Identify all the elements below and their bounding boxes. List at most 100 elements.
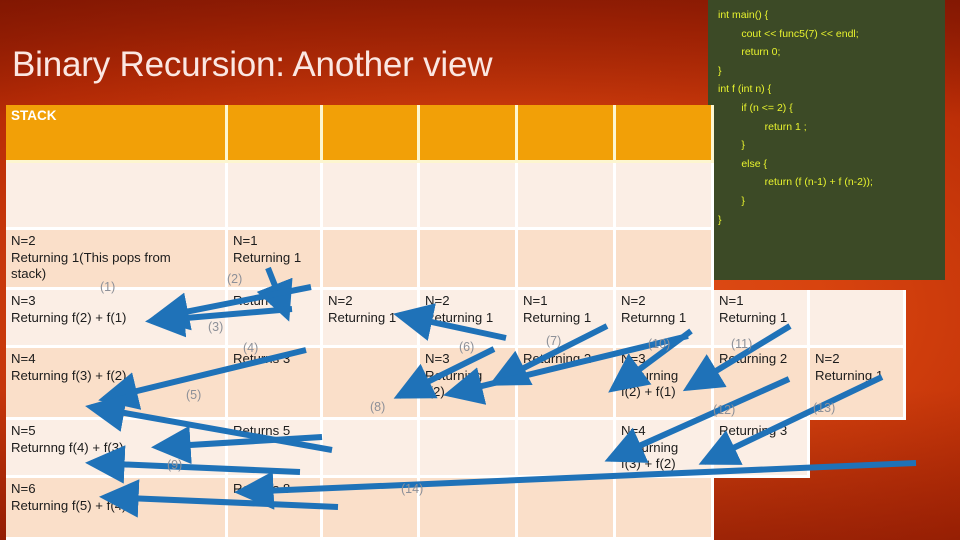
table-cell: Returning 3 [714, 420, 810, 478]
table-cell-line: N=2 [621, 293, 646, 308]
table-cell [518, 230, 616, 290]
table-body: STACK N=2 Returning 1(This pops from stack… [6, 105, 906, 540]
table-cell-line: N=1 [233, 233, 258, 248]
call-stack-table: STACK N=2 Returning 1(This pops from stack… [6, 105, 906, 540]
table-cell-line: Returning 1 [815, 367, 884, 383]
table-row: N=4 Returning f(3) + f(2) Returns 3 N=3 Retu… [6, 348, 906, 420]
table-cell [810, 230, 906, 290]
table-cell-line: N=3 [621, 351, 646, 366]
table-cell-line: f(3) + f(2) [621, 456, 676, 472]
table-cell: N=2 Returning 1 [323, 290, 420, 348]
table-cell [420, 420, 518, 478]
table-cell: Returns 3 [228, 348, 323, 420]
table-cell-line: N=1 [523, 293, 548, 308]
table-cell-line: Returning f(2) + f(1) [11, 309, 127, 325]
table-row: N=6 Returning f(5) + f(4) Returns 8 [6, 478, 906, 540]
code-line: int main() { [718, 9, 769, 21]
table-header-spacer-2 [810, 105, 906, 163]
table-cell [420, 230, 518, 290]
table-cell: N=2 Returning 1(This pops from stack) [6, 230, 228, 290]
table-header-stack: STACK [6, 105, 228, 163]
table-cell-line: N=5 [11, 423, 36, 438]
table-cell [810, 420, 906, 478]
arrow-label: (1) [100, 280, 116, 294]
table-cell: N=6 Returning f(5) + f(4) [6, 478, 228, 540]
table-cell [810, 478, 906, 540]
arrow-label: (6) [459, 340, 475, 354]
table-cell-line: Returning 1(This pops from [11, 249, 171, 265]
table-cell-line: N=2 [815, 351, 840, 366]
table-cell [323, 420, 420, 478]
arrow-label: (5) [186, 388, 202, 402]
table-cell-line: Returning f(3) + f(2) [11, 367, 127, 383]
table-header-row: STACK [6, 105, 906, 163]
table-cell: N=1 Returning 1 [714, 290, 810, 348]
table-cell [518, 420, 616, 478]
table-cell: N=3 Returning f(2) + f(1) [6, 290, 228, 348]
table-row-empty-top [6, 163, 906, 230]
table-cell: Returns 8 [228, 478, 323, 540]
arrow-label: (3) [208, 320, 224, 334]
table-cell: Returning 2 [518, 348, 616, 420]
code-line: } [718, 64, 722, 77]
table-cell: Returns 2 [228, 290, 323, 348]
table-cell [323, 230, 420, 290]
table-cell-line: Returning f(5) + f(4) [11, 497, 127, 513]
table-cell [616, 478, 714, 540]
table-cell [810, 290, 906, 348]
table-cell [616, 230, 714, 290]
table-cell [518, 478, 616, 540]
table-header-blank-2 [323, 105, 420, 163]
table-cell [714, 230, 810, 290]
table-cell: Returns 5 [228, 420, 323, 478]
table-header-blank-4 [518, 105, 616, 163]
arrow-label: (2) [227, 272, 243, 286]
arrow-label: (13) [813, 401, 836, 415]
table-cell-line: Returns 2 [233, 293, 291, 308]
table-cell [228, 163, 323, 230]
table-cell-line: Returning 1 [719, 309, 788, 325]
table-cell-line: N=4 [621, 423, 646, 438]
table-cell: N=5 Returnng f(4) + f(3) [6, 420, 228, 478]
table-cell: N=4 Returning f(3) + f(2) [6, 348, 228, 420]
table-cell [420, 163, 518, 230]
table-cell: N=3 Returning f(2) + f(1) [420, 348, 518, 420]
table-cell-line: N=2 [425, 293, 450, 308]
arrow-label: (8) [370, 400, 386, 414]
table-cell [714, 478, 810, 540]
table-cell: N=3 Returning f(2) + f(1) [616, 348, 714, 420]
table-cell-line: Returning 1 [233, 249, 302, 265]
table-cell-line: f(2) + f(1) [425, 384, 480, 400]
table-cell-line: Returning 1 [425, 309, 494, 325]
arrow-label: (4) [243, 341, 259, 355]
table-cell-line: Returning [425, 367, 483, 383]
table-cell-line: stack) [11, 266, 47, 282]
table-cell-line: N=6 [11, 481, 36, 496]
table-row: N=3 Returning f(2) + f(1) Returns 2 N=2 Retu… [6, 290, 906, 348]
table-cell-line: Returning 2 [523, 351, 592, 366]
arrow-label: (7) [546, 334, 562, 348]
table-cell-line: N=1 [719, 293, 744, 308]
table-cell-line: Returns 5 [233, 423, 291, 438]
table-cell-line: N=3 [11, 293, 36, 308]
code-line: return 0; [718, 46, 781, 59]
table-cell [420, 478, 518, 540]
table-cell [6, 163, 228, 230]
table-cell [616, 163, 714, 230]
page-title: Binary Recursion: Another view [12, 45, 493, 84]
table-header-spacer-1 [714, 105, 810, 163]
table-cell-line: Returning 3 [719, 423, 788, 438]
arrow-label: (14) [401, 482, 424, 496]
code-line: int f (int n) { [718, 83, 772, 96]
table-row: N=2 Returning 1(This pops from stack) N=1 Re… [6, 230, 906, 290]
table-cell: N=4 Returning f(3) + f(2) [616, 420, 714, 478]
table-cell: N=1 Returning 1 [518, 290, 616, 348]
arrow-label: (9) [167, 458, 183, 472]
table-cell-line: N=4 [11, 351, 36, 366]
arrow-label: (12) [713, 403, 736, 417]
code-line: cout << func5(7) << endl; [718, 27, 859, 40]
table-cell-line: Returns 8 [233, 481, 291, 496]
table-cell-spacer [714, 163, 810, 230]
table-cell [518, 163, 616, 230]
table-cell-line: Returning [621, 439, 679, 455]
